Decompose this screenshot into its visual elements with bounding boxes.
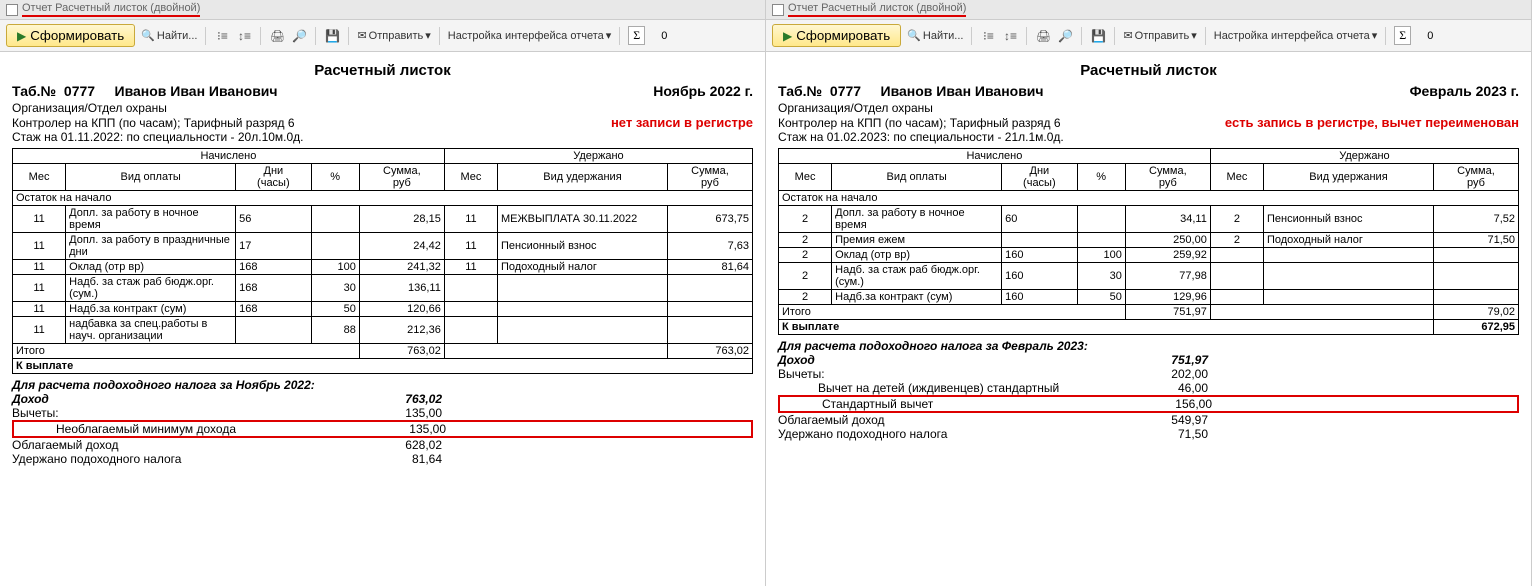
fio: Иванов Иван Иванович bbox=[881, 83, 1044, 99]
highlighted-deduction: Стандартный вычет156,00 bbox=[778, 395, 1519, 413]
document-icon bbox=[772, 4, 784, 16]
window-title: Отчет Расчетный листок (двойной) bbox=[788, 2, 966, 17]
annotation: есть запись в регистре, вычет переименов… bbox=[1225, 115, 1519, 130]
preview-icon[interactable]: 🔎 bbox=[291, 28, 307, 44]
send-link[interactable]: ✉Отправить▾ bbox=[1123, 29, 1196, 42]
preview-icon[interactable]: 🔎 bbox=[1057, 28, 1073, 44]
tab-no: 0777 bbox=[830, 83, 861, 99]
tax-summary: Для расчета подоходного налога за Феврал… bbox=[778, 339, 1519, 441]
save-icon[interactable]: 💾 bbox=[324, 28, 340, 44]
th-deducted: Удержано bbox=[444, 149, 752, 164]
window-title: Отчет Расчетный листок (двойной) bbox=[22, 2, 200, 17]
save-icon[interactable]: 💾 bbox=[1090, 28, 1106, 44]
stage: Стаж на 01.11.2022: по специальности - 2… bbox=[12, 130, 753, 144]
period: Февраль 2023 г. bbox=[1410, 83, 1519, 99]
find-link[interactable]: 🔍Найти... bbox=[141, 29, 197, 42]
titlebar-right: Отчет Расчетный листок (двойной) bbox=[766, 0, 1531, 20]
pane-right: Отчет Расчетный листок (двойной) ▶Сформи… bbox=[766, 0, 1532, 586]
position: Контролер на КПП (по часам); Тарифный ра… bbox=[12, 116, 295, 130]
table-row: 11Надб.за контракт (сум)16850120,66 bbox=[13, 302, 753, 317]
th-accrued: Начислено bbox=[13, 149, 445, 164]
document-icon bbox=[6, 4, 18, 16]
search-icon: 🔍 bbox=[141, 29, 155, 42]
print-icon[interactable]: 🖨 bbox=[1035, 28, 1051, 44]
payroll-table: Начислено Удержано Мес Вид оплаты Дни (ч… bbox=[778, 148, 1519, 335]
search-icon: 🔍 bbox=[907, 29, 921, 42]
org: Организация/Отдел охраны bbox=[12, 101, 753, 115]
mail-icon: ✉ bbox=[357, 29, 366, 42]
find-link[interactable]: 🔍Найти... bbox=[907, 29, 963, 42]
org: Организация/Отдел охраны bbox=[778, 101, 1519, 115]
tree-icon[interactable]: ⁝≡ bbox=[214, 28, 230, 44]
position: Контролер на КПП (по часам); Тарифный ра… bbox=[778, 116, 1061, 130]
form-button[interactable]: ▶Сформировать bbox=[772, 24, 901, 47]
settings-link[interactable]: Настройка интерфейса отчета▾ bbox=[448, 29, 612, 42]
tab-no-label: Таб.№ bbox=[778, 83, 822, 99]
annotation: нет записи в регистре bbox=[611, 115, 753, 130]
table-row: 11надбавка за спец.работы в науч. органи… bbox=[13, 317, 753, 344]
sigma-button[interactable]: Σ bbox=[1394, 26, 1411, 45]
sigma-value: 0 bbox=[1427, 30, 1433, 42]
mail-icon: ✉ bbox=[1123, 29, 1132, 42]
th-accrued: Начислено bbox=[779, 149, 1211, 164]
tab-no: 0777 bbox=[64, 83, 95, 99]
doc-title: Расчетный листок bbox=[778, 62, 1519, 79]
play-icon: ▶ bbox=[783, 29, 792, 43]
toolbar-left: ▶Сформировать 🔍Найти... ⁝≡ ↕≡ 🖨 🔎 💾 ✉Отп… bbox=[0, 20, 765, 52]
collapse-icon[interactable]: ↕≡ bbox=[236, 28, 252, 44]
form-button[interactable]: ▶Сформировать bbox=[6, 24, 135, 47]
report-content-left: Расчетный листок Таб.№ 0777 Иванов Иван … bbox=[0, 52, 765, 586]
fio: Иванов Иван Иванович bbox=[115, 83, 278, 99]
report-content-right: Расчетный листок Таб.№ 0777 Иванов Иван … bbox=[766, 52, 1531, 586]
table-row: 2Оклад (отр вр)160100259,92 bbox=[779, 248, 1519, 263]
print-icon[interactable]: 🖨 bbox=[269, 28, 285, 44]
send-link[interactable]: ✉Отправить▾ bbox=[357, 29, 430, 42]
doc-title: Расчетный листок bbox=[12, 62, 753, 79]
table-row: 2Премия ежем250,002Подоходный налог71,50 bbox=[779, 233, 1519, 248]
table-row: 2Допл. за работу в ночное время6034,112П… bbox=[779, 206, 1519, 233]
table-row: 11Допл. за работу в праздничные дни1724,… bbox=[13, 233, 753, 260]
tax-summary: Для расчета подоходного налога за Ноябрь… bbox=[12, 378, 753, 466]
payroll-table: Начислено Удержано Мес Вид оплаты Дни (ч… bbox=[12, 148, 753, 374]
highlighted-deduction: Необлагаемый минимум дохода135,00 bbox=[12, 420, 753, 438]
table-row: 11Надб. за стаж раб бюдж.орг. (сум.)1683… bbox=[13, 275, 753, 302]
toolbar-right: ▶Сформировать 🔍Найти... ⁝≡ ↕≡ 🖨 🔎 💾 ✉Отп… bbox=[766, 20, 1531, 52]
sigma-value: 0 bbox=[661, 30, 667, 42]
settings-link[interactable]: Настройка интерфейса отчета▾ bbox=[1214, 29, 1378, 42]
sigma-button[interactable]: Σ bbox=[628, 26, 645, 45]
pane-left: Отчет Расчетный листок (двойной) ▶Сформи… bbox=[0, 0, 766, 586]
tree-icon[interactable]: ⁝≡ bbox=[980, 28, 996, 44]
collapse-icon[interactable]: ↕≡ bbox=[1002, 28, 1018, 44]
stage: Стаж на 01.02.2023: по специальности - 2… bbox=[778, 130, 1519, 144]
period: Ноябрь 2022 г. bbox=[653, 83, 753, 99]
tab-no-label: Таб.№ bbox=[12, 83, 56, 99]
titlebar-left: Отчет Расчетный листок (двойной) bbox=[0, 0, 765, 20]
play-icon: ▶ bbox=[17, 29, 26, 43]
table-row: 11Допл. за работу в ночное время5628,151… bbox=[13, 206, 753, 233]
th-deducted: Удержано bbox=[1210, 149, 1518, 164]
table-row: 11Оклад (отр вр)168100241,3211Подоходный… bbox=[13, 260, 753, 275]
table-row: 2Надб. за стаж раб бюдж.орг. (сум.)16030… bbox=[779, 263, 1519, 290]
table-row: 2Надб.за контракт (сум)16050129,96 bbox=[779, 290, 1519, 305]
